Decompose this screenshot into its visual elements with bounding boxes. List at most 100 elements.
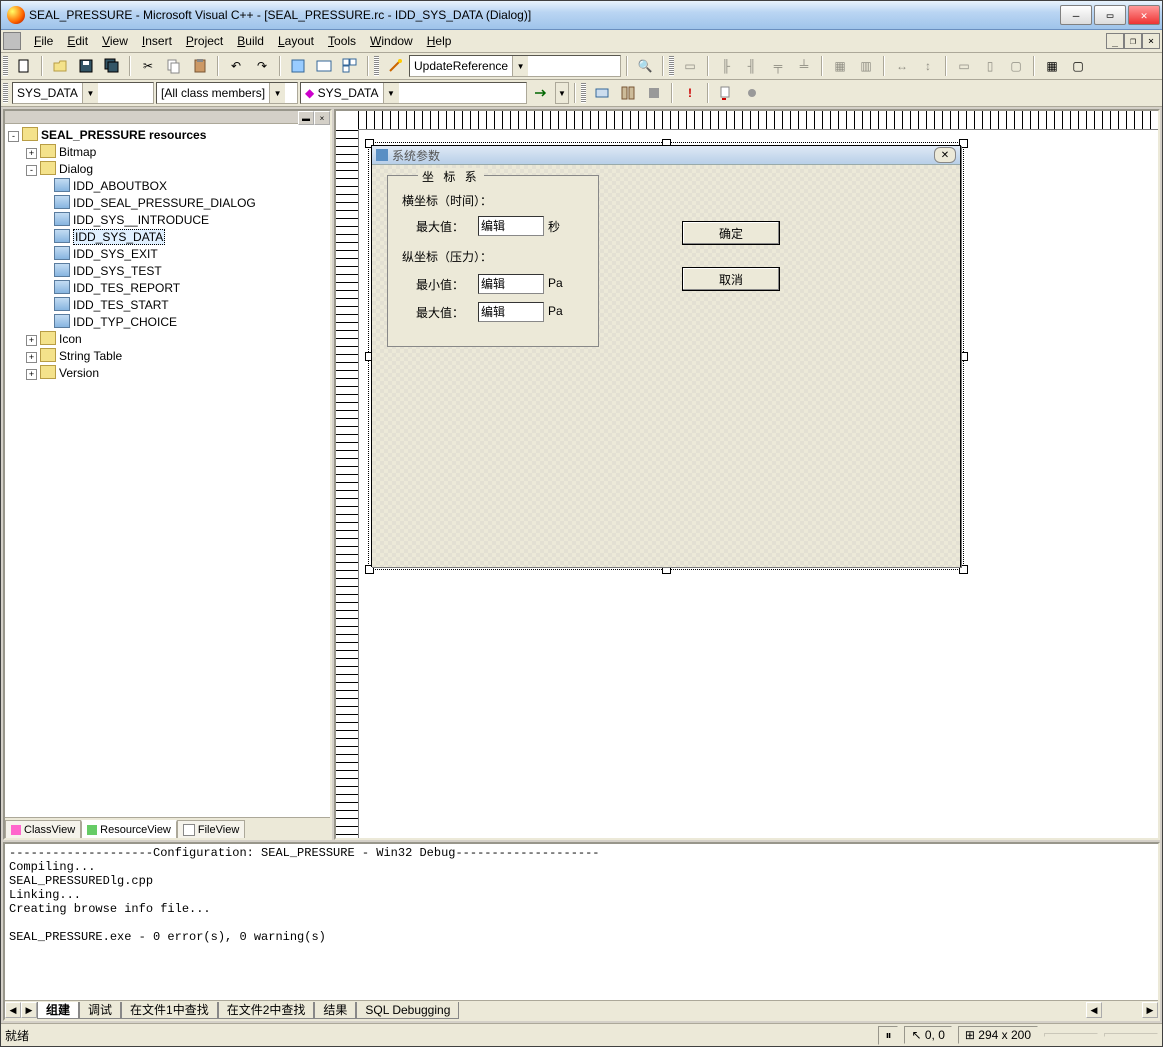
edit-xmax[interactable]: 编辑 [478, 216, 544, 236]
panel-close-button[interactable]: × [314, 111, 330, 125]
goto-icon[interactable] [529, 81, 553, 105]
output-tab-build[interactable]: 组建 [37, 1002, 79, 1019]
label-ymax[interactable]: 最大值： [416, 304, 464, 321]
same-size-icon[interactable]: ▢ [1004, 54, 1028, 78]
label-yunit2[interactable]: Pa [548, 304, 563, 318]
edit-ymin[interactable]: 编辑 [478, 274, 544, 294]
menu-help[interactable]: Help [420, 32, 459, 50]
tree-item-bitmap[interactable]: Bitmap [59, 145, 96, 159]
tree-item[interactable]: IDD_SYS_TEST [73, 264, 162, 278]
build-icon[interactable] [616, 81, 640, 105]
align-top-icon[interactable]: ╤ [766, 54, 790, 78]
tree-root[interactable]: SEAL_PRESSURE resources [41, 128, 206, 142]
maximize-button[interactable]: ▭ [1094, 5, 1126, 25]
center-h-icon[interactable]: ▦ [828, 54, 852, 78]
output-tab-sql[interactable]: SQL Debugging [356, 1002, 459, 1019]
tree-item[interactable]: IDD_SEAL_PRESSURE_DIALOG [73, 196, 256, 210]
edit-ymax[interactable]: 编辑 [478, 302, 544, 322]
menu-view[interactable]: View [95, 32, 135, 50]
tab-scroll-left-icon[interactable]: ◀ [5, 1002, 21, 1018]
member-combo[interactable]: ◆ SYS_DATA ▼ [300, 82, 527, 104]
tree-item[interactable]: IDD_TES_START [73, 298, 169, 312]
output-tab-result[interactable]: 结果 [314, 1002, 356, 1019]
chevron-down-icon[interactable]: ▼ [82, 83, 98, 103]
wizard-combo[interactable]: UpdateReference ▼ [409, 55, 621, 77]
mdi-restore-button[interactable]: ❐ [1124, 33, 1142, 49]
ruler-horizontal[interactable] [358, 111, 1158, 130]
grid-icon[interactable]: ▦ [1040, 54, 1064, 78]
tree-expand-icon[interactable]: + [26, 352, 37, 363]
execute-icon[interactable]: ! [678, 81, 702, 105]
chevron-down-icon[interactable]: ▼ [383, 83, 399, 103]
compile-icon[interactable] [590, 81, 614, 105]
filter-combo[interactable]: [All class members] ▼ [156, 82, 298, 104]
tree-expand-icon[interactable]: + [26, 148, 37, 159]
scroll-left-icon[interactable]: ◀ [1086, 1002, 1102, 1018]
tree-collapse-icon[interactable]: - [8, 131, 19, 142]
paste-icon[interactable] [188, 54, 212, 78]
wizard-icon[interactable] [383, 54, 407, 78]
tree-item[interactable]: IDD_TYP_CHOICE [73, 315, 177, 329]
cancel-button[interactable]: 取消 [682, 267, 780, 291]
align-left-icon[interactable]: ╟ [714, 54, 738, 78]
class-combo[interactable]: SYS_DATA ▼ [12, 82, 154, 104]
label-ymin[interactable]: 最小值： [416, 276, 464, 293]
new-icon[interactable] [12, 54, 36, 78]
tree-item[interactable]: IDD_SYS_EXIT [73, 247, 158, 261]
tree-item[interactable]: IDD_ABOUTBOX [73, 179, 167, 193]
ok-button[interactable]: 确定 [682, 221, 780, 245]
space-v-icon[interactable]: ↕ [916, 54, 940, 78]
toolbar-grip[interactable] [3, 56, 8, 76]
save-icon[interactable] [74, 54, 98, 78]
tree-expand-icon[interactable]: + [26, 369, 37, 380]
tree-item-stringtable[interactable]: String Table [59, 349, 122, 363]
output-tab-find1[interactable]: 在文件1中查找 [121, 1002, 218, 1019]
resource-tree[interactable]: -SEAL_PRESSURE resources +Bitmap -Dialog… [5, 124, 330, 817]
space-h-icon[interactable]: ↔ [890, 54, 914, 78]
chevron-down-icon[interactable]: ▼ [269, 83, 285, 103]
tab-scroll-right-icon[interactable]: ▶ [21, 1002, 37, 1018]
tree-item-dialog[interactable]: Dialog [59, 162, 93, 176]
groupbox-coords[interactable]: 坐 标 系 横坐标（时间）： 最大值： 编辑 秒 纵坐标（压力）： 最小值： 编… [387, 175, 599, 347]
tree-item-version[interactable]: Version [59, 366, 99, 380]
tab-fileview[interactable]: FileView [177, 820, 245, 838]
menu-window[interactable]: Window [363, 32, 420, 50]
chevron-down-icon[interactable]: ▼ [555, 82, 569, 104]
toolbar-grip[interactable] [669, 56, 674, 76]
panel-dock-button[interactable]: ▬ [298, 111, 314, 125]
label-y[interactable]: 纵坐标（压力）： [402, 248, 492, 265]
dialog-close-icon[interactable]: ✕ [934, 147, 956, 163]
window-list-icon[interactable] [338, 54, 362, 78]
output-tab-debug[interactable]: 调试 [79, 1002, 121, 1019]
tab-resourceview[interactable]: ResourceView [81, 820, 177, 838]
chevron-down-icon[interactable]: ▼ [512, 56, 528, 76]
toolbar-grip[interactable] [581, 83, 586, 103]
minimize-button[interactable]: — [1060, 5, 1092, 25]
dialog-titlebar[interactable]: 系统参数 ✕ [372, 146, 960, 165]
mdi-minimize-button[interactable]: _ [1106, 33, 1124, 49]
workspace-icon[interactable] [286, 54, 310, 78]
menu-project[interactable]: Project [179, 32, 230, 50]
copy-icon[interactable] [162, 54, 186, 78]
center-v-icon[interactable]: ▥ [854, 54, 878, 78]
label-x[interactable]: 横坐标（时间）： [402, 192, 492, 209]
label-xmax[interactable]: 最大值： [416, 218, 464, 235]
tree-item[interactable]: IDD_TES_REPORT [73, 281, 180, 295]
find-icon[interactable]: 🔍 [633, 54, 657, 78]
tree-item[interactable]: IDD_SYS__INTRODUCE [73, 213, 209, 227]
output-text[interactable]: --------------------Configuration: SEAL_… [5, 844, 1158, 1000]
align-bottom-icon[interactable]: ╧ [792, 54, 816, 78]
close-button[interactable]: ✕ [1128, 5, 1160, 25]
go-icon[interactable] [714, 81, 738, 105]
test-icon[interactable]: ▭ [678, 54, 702, 78]
redo-icon[interactable]: ↷ [250, 54, 274, 78]
tree-item-selected[interactable]: IDD_SYS_DATA [73, 229, 165, 245]
menu-edit[interactable]: Edit [60, 32, 95, 50]
menu-build[interactable]: Build [230, 32, 271, 50]
toolbar-grip[interactable] [374, 56, 379, 76]
menu-file[interactable]: FFileile [27, 32, 60, 50]
menu-tools[interactable]: Tools [321, 32, 363, 50]
ruler-icon[interactable]: ▢ [1066, 54, 1090, 78]
dialog-preview[interactable]: 系统参数 ✕ 坐 标 系 横坐标（时间）： 最大值： 编辑 秒 [371, 145, 961, 567]
label-yunit[interactable]: Pa [548, 276, 563, 290]
